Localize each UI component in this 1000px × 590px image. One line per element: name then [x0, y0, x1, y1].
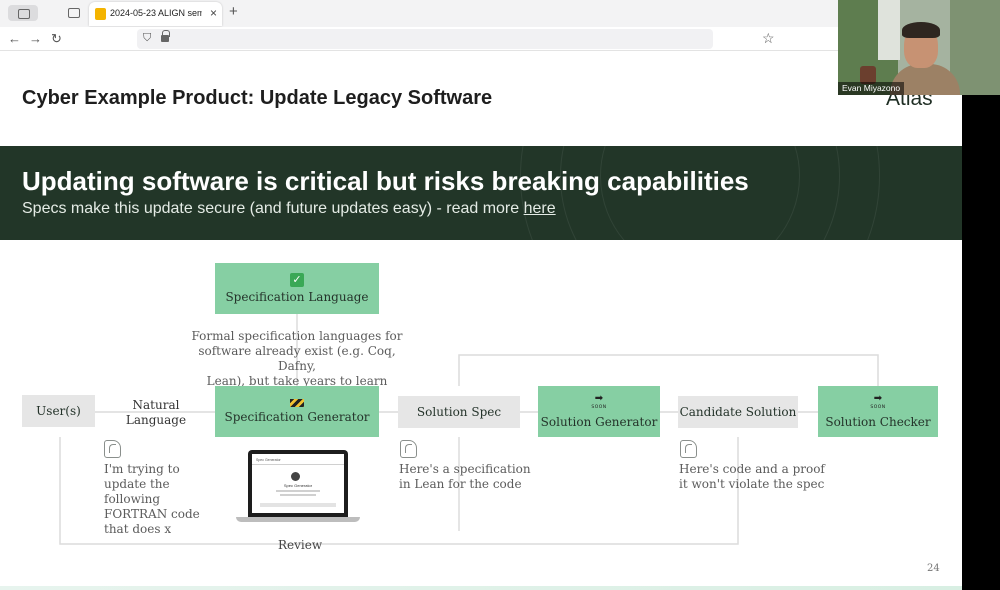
mini-input — [260, 503, 336, 507]
quote-icon — [104, 440, 121, 458]
connector-line — [458, 354, 879, 386]
browser-tab-active[interactable]: 2024-05-23 ALIGN seminar - G × — [89, 2, 222, 26]
quote-line: in Lean for the code — [399, 477, 522, 491]
candidate-quote: Here's code and a proof it won't violate… — [679, 462, 849, 492]
spec-generator-label: Specification Generator — [224, 410, 370, 424]
spec-language-label: Specification Language — [225, 290, 369, 304]
quote-line: that does x — [104, 522, 172, 536]
solution-spec-box: Solution Spec — [398, 396, 520, 428]
mini-text-line — [280, 494, 316, 496]
bottom-strip — [0, 586, 962, 590]
solution-generator-label: Solution Generator — [540, 415, 658, 429]
workflow-diagram: ✓ Specification Language Formal specific… — [0, 51, 962, 590]
quote-icon — [400, 440, 417, 458]
note-line: Formal specification languages for — [191, 329, 403, 343]
shield-icon[interactable]: ⛉ — [143, 32, 151, 45]
label-line: Natural — [132, 398, 180, 412]
soon-badge-text: SOON — [870, 405, 886, 410]
webcam-video: Evan Miyazono — [838, 0, 1000, 95]
tab-title: 2024-05-23 ALIGN seminar - G — [110, 8, 202, 18]
quote-line: FORTRAN code — [104, 507, 200, 521]
sidebar-toggle-icon[interactable] — [8, 5, 38, 21]
slides-favicon-icon — [95, 8, 106, 20]
laptop-base — [236, 517, 360, 522]
mini-title: Spec Generator — [283, 483, 313, 488]
quote-line: Here's code and a proof — [679, 462, 825, 476]
mini-logo-icon — [291, 472, 300, 481]
quote-icon — [680, 440, 697, 458]
solution-generator-box: ➡ SOON Solution Generator — [538, 386, 660, 437]
quote-line: I'm trying to — [104, 462, 180, 476]
spec-language-box: ✓ Specification Language — [215, 263, 379, 314]
quote-line: update the following — [104, 477, 170, 506]
natural-language-label: Natural Language — [121, 398, 191, 428]
soon-arrow-icon: ➡ SOON — [870, 393, 886, 411]
solution-checker-box: ➡ SOON Solution Checker — [818, 386, 938, 437]
quote-line: Here's a specification — [399, 462, 531, 476]
user-quote: I'm trying to update the following FORTR… — [104, 462, 224, 537]
spec-generator-box: Specification Generator — [215, 386, 379, 437]
candidate-solution-box: Candidate Solution — [678, 396, 798, 428]
formal-spec-note: Formal specification languages for softw… — [190, 329, 404, 389]
label-line: Language — [125, 413, 187, 427]
under-construction-icon — [290, 399, 304, 407]
reload-icon[interactable]: ↻ — [51, 31, 62, 47]
forward-icon[interactable]: → — [29, 31, 42, 47]
page-number: 24 — [927, 563, 940, 574]
cam-background — [878, 0, 900, 60]
check-icon: ✓ — [290, 273, 304, 287]
mini-divider — [252, 464, 344, 465]
cam-background — [950, 0, 1000, 95]
lock-icon[interactable] — [161, 30, 170, 42]
tab-overview-icon[interactable] — [68, 8, 80, 18]
laptop-screen-content: Spec Generator Spec Generator — [252, 454, 344, 513]
tab-close-icon[interactable]: × — [210, 6, 217, 20]
review-label: Review — [278, 538, 323, 552]
mini-text-line — [276, 490, 320, 492]
soon-badge-text: SOON — [591, 405, 607, 410]
participant-name: Evan Miyazono — [838, 82, 905, 95]
note-line: software already exist (e.g. Coq, Dafny, — [198, 344, 396, 373]
new-tab-button[interactable]: + — [229, 4, 238, 20]
mini-header: Spec Generator — [256, 458, 281, 462]
quote-line: it won't violate the spec — [679, 477, 825, 491]
users-box: User(s) — [22, 395, 95, 427]
soon-arrow-icon: ➡ SOON — [591, 393, 607, 411]
address-bar[interactable]: ⛉ — [137, 29, 713, 49]
solution-checker-label: Solution Checker — [825, 415, 931, 429]
spec-quote: Here's a specification in Lean for the c… — [399, 462, 549, 492]
bookmark-star-icon[interactable]: ☆ — [762, 30, 775, 47]
back-icon[interactable]: ← — [8, 31, 21, 47]
laptop-screenshot: Spec Generator Spec Generator — [248, 450, 348, 517]
speaker-hair — [902, 22, 940, 38]
presentation-slide: Cyber Example Product: Update Legacy Sof… — [0, 51, 962, 590]
black-margin — [962, 95, 1000, 590]
